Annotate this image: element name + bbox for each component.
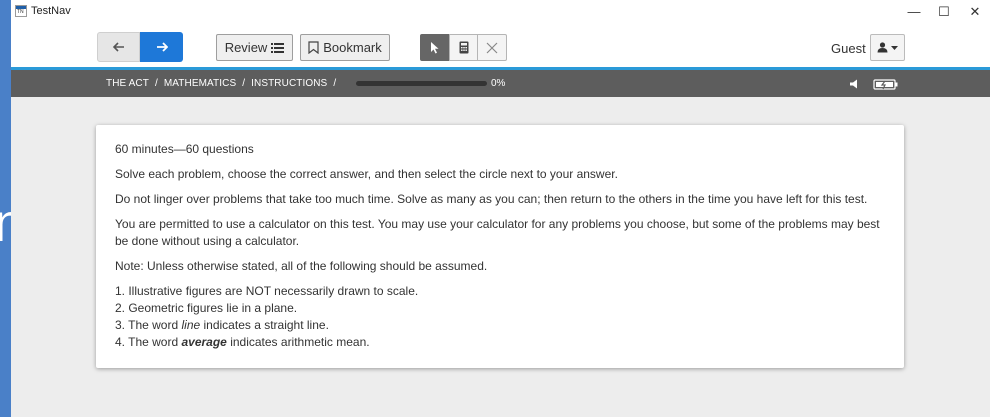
previous-button[interactable] (97, 32, 140, 62)
pointer-tool-button[interactable] (420, 34, 449, 61)
instructions-paragraph: Solve each problem, choose the correct a… (115, 167, 618, 181)
breadcrumb-separator: / (154, 78, 158, 89)
list-text: indicates a straight line. (200, 318, 329, 332)
list-item: 3. The word line indicates a straight li… (115, 317, 885, 334)
arrow-right-icon (156, 42, 168, 52)
instructions-header: 60 minutes—60 questions (115, 142, 254, 156)
window-title: TestNav (31, 5, 71, 17)
instructions-paragraph: Do not linger over problems that take to… (115, 192, 868, 206)
user-icon (877, 42, 888, 53)
instructions-note: Note: Unless otherwise stated, all of th… (115, 259, 488, 273)
breadcrumb-separator: / (242, 78, 246, 89)
calculator-button[interactable] (449, 34, 478, 61)
progress-bar (356, 81, 487, 86)
breadcrumb-section: MATHEMATICS (163, 78, 237, 89)
review-button[interactable]: Review (216, 34, 293, 61)
instructions-card: 60 minutes—60 questions Solve each probl… (96, 125, 904, 368)
answer-eliminator-button[interactable] (478, 34, 507, 61)
instructions-paragraph: You are permitted to use a calculator on… (115, 217, 880, 248)
list-item: 4. The word average indicates arithmetic… (115, 334, 885, 351)
next-button[interactable] (140, 32, 183, 62)
breadcrumb-test: THE ACT (106, 78, 149, 89)
list-item: 2. Geometric figures lie in a plane. (115, 301, 298, 315)
review-label: Review (224, 40, 268, 55)
pointer-icon (430, 42, 438, 54)
bookmark-icon (308, 41, 319, 54)
minimize-button[interactable]: — (899, 3, 929, 21)
toolbar: Review Bookmark Guest (11, 24, 990, 67)
assumptions-list: 1. Illustrative figures are NOT necessar… (115, 283, 885, 351)
user-name: Guest (831, 41, 866, 56)
list-text: 3. The word (115, 318, 182, 332)
list-icon (271, 42, 285, 53)
maximize-button[interactable]: ☐ (929, 3, 959, 21)
bookmark-button[interactable]: Bookmark (300, 34, 390, 61)
list-item: 1. Illustrative figures are NOT necessar… (115, 284, 419, 298)
battery-icon (873, 79, 898, 90)
emphasis-term: average (181, 335, 227, 349)
breadcrumb: THE ACT / MATHEMATICS / INSTRUCTIONS / (106, 78, 336, 89)
list-text: 4. The word (115, 335, 182, 349)
bookmark-label: Bookmark (323, 40, 382, 55)
caret-down-icon (891, 45, 898, 50)
title-bar: TestNav — ☐ ✕ (11, 0, 990, 24)
calculator-icon (459, 41, 468, 54)
testnav-app-icon (15, 5, 27, 17)
arrow-left-icon (112, 42, 124, 52)
breadcrumb-page: INSTRUCTIONS (251, 78, 328, 89)
breadcrumb-bar: THE ACT / MATHEMATICS / INSTRUCTIONS / 0… (11, 70, 990, 97)
emphasis-term: line (181, 318, 201, 332)
user-menu-button[interactable] (870, 34, 905, 61)
progress-percent: 0% (491, 78, 506, 89)
testnav-window: TestNav — ☐ ✕ Review B (11, 0, 990, 417)
eliminator-icon (486, 42, 498, 53)
list-text: indicates arithmetic mean. (226, 335, 370, 349)
close-button[interactable]: ✕ (960, 3, 990, 21)
speaker-icon[interactable] (849, 79, 861, 89)
breadcrumb-separator: / (333, 78, 337, 89)
